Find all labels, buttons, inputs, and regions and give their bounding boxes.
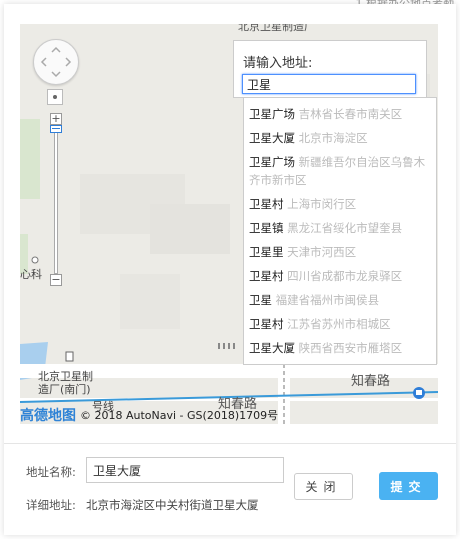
map-logo: 高德地图 bbox=[20, 408, 76, 424]
suggestion-address: 陕西省西安市雁塔区 bbox=[298, 341, 403, 355]
map-poi-label-top: 北京卫星制造厂 bbox=[238, 24, 315, 33]
minus-icon[interactable]: − bbox=[50, 274, 62, 286]
suggestion-address: 吉林省长春市南关区 bbox=[298, 107, 403, 121]
pan-control-icon bbox=[40, 46, 72, 78]
suggestion-item[interactable]: 卫星村 上海市闵行区 bbox=[244, 192, 436, 216]
name-field-label: 地址名称: bbox=[26, 465, 76, 479]
suggestion-address: 天津市河西区 bbox=[287, 245, 357, 259]
map-poi-label-line1: 北京卫星制 bbox=[38, 370, 93, 383]
locate-icon[interactable] bbox=[47, 89, 63, 105]
pan-control[interactable] bbox=[33, 39, 79, 85]
suggestion-name: 卫星镇 bbox=[249, 221, 284, 235]
suggestion-address: 江苏省苏州市相城区 bbox=[287, 317, 391, 331]
map-attribution: 高德地图 © 2018 AutoNavi - GS(2018)1709号 bbox=[20, 406, 278, 424]
suggestion-name: 卫星里 bbox=[249, 245, 284, 259]
address-name-input[interactable] bbox=[86, 457, 284, 483]
suggestion-name: 卫星村 bbox=[249, 317, 284, 331]
map-road-label-right: 知春路 bbox=[351, 374, 391, 389]
suggestion-address: 福建省福州市闽侯县 bbox=[275, 293, 380, 307]
submit-button[interactable]: 提交 bbox=[379, 472, 438, 500]
suggestion-item[interactable]: 卫星村 江苏省苏州市相城区 bbox=[244, 312, 436, 336]
form-divider bbox=[4, 443, 456, 444]
suggestion-name: 卫星广场 bbox=[249, 155, 295, 169]
zoom-slider-track[interactable] bbox=[54, 125, 58, 274]
address-field-label: 详细地址: bbox=[26, 498, 76, 512]
address-value: 北京市海淀区中关村街道卫星大厦 bbox=[86, 498, 259, 512]
suggestion-item[interactable]: 卫星里 天津市河西区 bbox=[244, 240, 436, 264]
suggestion-item[interactable]: 卫星大厦 陕西省西安市雁塔区 bbox=[244, 336, 436, 360]
map-view[interactable]: 北京卫星制造厂 心科 北京卫星制 造厂(南门) 知春路 知春路 号线 + − 请… bbox=[20, 24, 438, 424]
suggestion-item[interactable]: 卫星广场 吉林省长春市南关区 bbox=[244, 102, 436, 126]
suggestion-name: 卫星广场 bbox=[249, 107, 295, 121]
map-copyright: © 2018 AutoNavi - GS(2018)1709号 bbox=[80, 409, 279, 422]
suggestion-item[interactable]: 卫星镇 黑龙江省绥化市望奎县 bbox=[244, 216, 436, 240]
suggestion-name: 卫星村 bbox=[249, 197, 284, 211]
address-search-label: 请输入地址: bbox=[243, 56, 313, 71]
suggestion-item[interactable]: 卫星 福建省福州市闽侯县 bbox=[244, 288, 436, 312]
suggestion-item[interactable]: 卫星广场 新疆维吾尔自治区乌鲁木齐市新市区 bbox=[244, 150, 436, 192]
suggestion-name: 卫星村 bbox=[249, 269, 284, 283]
suggestion-address: 黑龙江省绥化市望奎县 bbox=[287, 221, 403, 235]
suggestion-name: 卫星 bbox=[249, 293, 272, 307]
suggestion-item[interactable]: 卫星村 四川省成都市龙泉驿区 bbox=[244, 264, 436, 288]
suggestion-address: 上海市闵行区 bbox=[287, 197, 357, 211]
suggestion-item[interactable]: 卫星大厦 北京市海淀区 bbox=[244, 126, 436, 150]
bus-icon[interactable] bbox=[413, 387, 425, 399]
suggestion-address: 北京市海淀区 bbox=[298, 131, 368, 145]
suggestion-name: 卫星大厦 bbox=[249, 131, 295, 145]
suggestion-address: 四川省成都市龙泉驿区 bbox=[287, 269, 403, 283]
address-search-panel: 请输入地址: bbox=[233, 40, 427, 98]
map-poi-label-line2: 造厂(南门) bbox=[38, 383, 91, 396]
zoom-slider-thumb-mark bbox=[52, 128, 60, 129]
address-search-input[interactable] bbox=[242, 74, 416, 94]
suggestion-name: 卫星大厦 bbox=[249, 341, 295, 355]
map-poi-label-left: 心科 bbox=[20, 268, 42, 281]
zoom-slider-thumb[interactable] bbox=[50, 125, 62, 133]
close-button[interactable]: 关闭 bbox=[294, 473, 353, 500]
address-suggestion-list: 卫星广场 吉林省长春市南关区 卫星大厦 北京市海淀区 卫星广场 新疆维吾尔自治区乌鲁… bbox=[243, 97, 437, 365]
plus-icon[interactable]: + bbox=[50, 113, 62, 125]
